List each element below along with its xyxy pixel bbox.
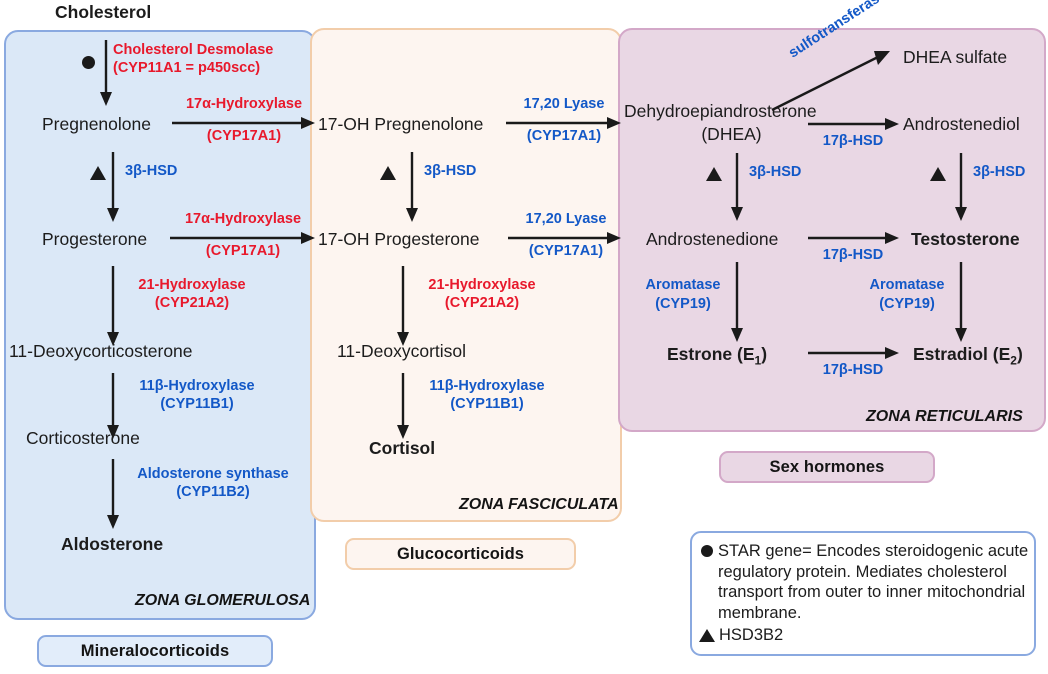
node-androstenedione: Androstenedione [646, 229, 779, 249]
node-estradiol-subscript: 2 [1010, 353, 1017, 368]
enzyme-17a-hydroxylase-b-line1: 17α-Hydroxylase [184, 211, 302, 227]
enzyme-aromatase-a-line2: (CYP19) [655, 296, 711, 312]
enzyme-1720-lyase-b-line1: 17,20 Lyase [525, 211, 607, 227]
node-estradiol: Estradiol (E2) [913, 344, 1023, 371]
enzyme-11b-hydroxylase-a-line2: (CYP11B1) [160, 396, 234, 412]
zone-name-glomerulosa: ZONA GLOMERULOSA [135, 592, 311, 609]
enzyme-17a-hydroxylase-a-line2: (CYP17A1) [206, 128, 282, 144]
hsd3b2-triangle-marker-b [380, 166, 396, 180]
chip-glucocorticoids: Glucocorticoids [345, 538, 576, 570]
node-17oh-pregnenolone: 17-OH Pregnenolone [318, 114, 484, 134]
enzyme-11b-hydroxylase-b-line1: 11β-Hydroxylase [429, 378, 545, 394]
node-progesterone: Progesterone [42, 229, 148, 249]
legend-row-hsd3b2: HSD3B2 [699, 625, 1029, 646]
arrow-17oh-pregnenolone-to-17oh-progesterone [406, 152, 418, 222]
legend-star-text: STAR gene= Encodes steroidogenic acute r… [718, 542, 1029, 622]
enzyme-21-hydroxylase-a-line2: (CYP21A2) [154, 295, 230, 311]
node-estradiol-label: Estradiol (E [913, 344, 1011, 364]
legend-box: STAR gene= Encodes steroidogenic acute r… [690, 531, 1036, 656]
enzyme-1720-lyase-a-line1: 17,20 Lyase [523, 96, 605, 112]
node-estrone: Estrone (E1) [667, 344, 767, 371]
zone-name-reticularis: ZONA RETICULARIS [866, 408, 1023, 425]
enzyme-11b-hydroxylase-b-line2: (CYP11B1) [450, 396, 524, 412]
enzyme-1720-lyase-a-line2: (CYP17A1) [526, 128, 602, 144]
arrow-androstenedione-to-testosterone [808, 232, 899, 244]
arrow-testosterone-to-estradiol [955, 262, 967, 342]
enzyme-17a-hydroxylase-b-line2: (CYP17A1) [205, 243, 281, 259]
arrow-dhea-to-androstenediol [808, 118, 899, 130]
arrow-deoxycortisol-to-cortisol [397, 373, 409, 439]
legend-row-star: STAR gene= Encodes steroidogenic acute r… [701, 541, 1031, 623]
node-testosterone: Testosterone [911, 229, 1020, 249]
arrow-17oh-progesterone-to-deoxycortisol [397, 266, 409, 346]
enzyme-3b-hsd-a: 3β-HSD [125, 163, 178, 179]
enzyme-21-hydroxylase-b-line1: 21-Hydroxylase [428, 277, 536, 293]
arrow-androstenedione-to-estrone [731, 262, 743, 342]
node-dhea-sulfate: DHEA sulfate [903, 47, 1008, 67]
arrow-pregnenolone-to-progesterone [107, 152, 119, 222]
hsd3b2-triangle-marker-d [930, 167, 946, 181]
enzyme-aromatase-b-line1: Aromatase [869, 277, 945, 293]
node-cholesterol: Cholesterol [55, 2, 152, 22]
diagram-canvas: Cholesterol Cholesterol Desmolase (CYP11… [0, 0, 1048, 674]
arrow-androstenediol-to-testosterone [955, 153, 967, 221]
enzyme-21-hydroxylase-a-line1: 21-Hydroxylase [138, 277, 246, 293]
enzyme-aldosterone-synthase-line1: Aldosterone synthase [137, 466, 289, 482]
enzyme-21-hydroxylase-b-line2: (CYP21A2) [444, 295, 520, 311]
zone-name-fasciculata: ZONA FASCICULATA [459, 496, 619, 513]
arrow-estrone-to-estradiol [808, 347, 899, 359]
arrow-progesterone-to-deoxycorticosterone [107, 266, 119, 346]
node-cortisol: Cortisol [369, 438, 436, 458]
node-11-deoxycorticosterone: 11-Deoxycorticosterone [9, 341, 193, 361]
enzyme-3b-hsd-b: 3β-HSD [424, 163, 477, 179]
legend-hsd3b2-text: HSD3B2 [719, 626, 784, 644]
arrow-cholesterol-to-pregnenolone [100, 40, 112, 106]
chip-sex-hormones: Sex hormones [719, 451, 935, 483]
enzyme-3b-hsd-d: 3β-HSD [973, 164, 1026, 180]
enzyme-17b-hsd-c: 17β-HSD [822, 362, 884, 378]
star-dot-icon [701, 545, 713, 557]
arrow-dhea-to-androstenedione [731, 153, 743, 221]
enzyme-11b-hydroxylase-a-line1: 11β-Hydroxylase [139, 378, 255, 394]
enzyme-cholesterol-desmolase-line2: (CYP11A1 = p450scc) [113, 60, 261, 76]
node-estrone-paren: ) [761, 344, 768, 364]
star-dot-marker [82, 56, 95, 69]
node-estrone-label: Estrone (E [667, 344, 755, 364]
node-11-deoxycortisol: 11-Deoxycortisol [337, 341, 467, 361]
node-pregnenolone: Pregnenolone [42, 114, 151, 134]
enzyme-1720-lyase-b-line2: (CYP17A1) [528, 243, 604, 259]
enzyme-aromatase-b-line2: (CYP19) [879, 296, 935, 312]
hsd3b2-triangle-marker-c [706, 167, 722, 181]
enzyme-3b-hsd-c: 3β-HSD [749, 164, 802, 180]
enzyme-aromatase-a-line1: Aromatase [645, 277, 721, 293]
node-androstenediol: Androstenediol [903, 114, 1020, 134]
node-17oh-progesterone: 17-OH Progesterone [318, 229, 480, 249]
node-aldosterone: Aldosterone [61, 534, 164, 554]
enzyme-17b-hsd-b: 17β-HSD [822, 247, 884, 263]
enzyme-aldosterone-synthase-line2: (CYP11B2) [176, 484, 250, 500]
chip-mineralocorticoids: Mineralocorticoids [37, 635, 273, 667]
enzyme-cholesterol-desmolase-line1: Cholesterol Desmolase [113, 42, 274, 58]
hsd3b2-triangle-icon [699, 629, 715, 642]
enzyme-17b-hsd-a: 17β-HSD [822, 133, 884, 149]
enzyme-17a-hydroxylase-a-line1: 17α-Hydroxylase [185, 96, 303, 112]
node-estradiol-paren: ) [1016, 344, 1023, 364]
hsd3b2-triangle-marker-a [90, 166, 106, 180]
node-corticosterone: Corticosterone [26, 428, 140, 448]
